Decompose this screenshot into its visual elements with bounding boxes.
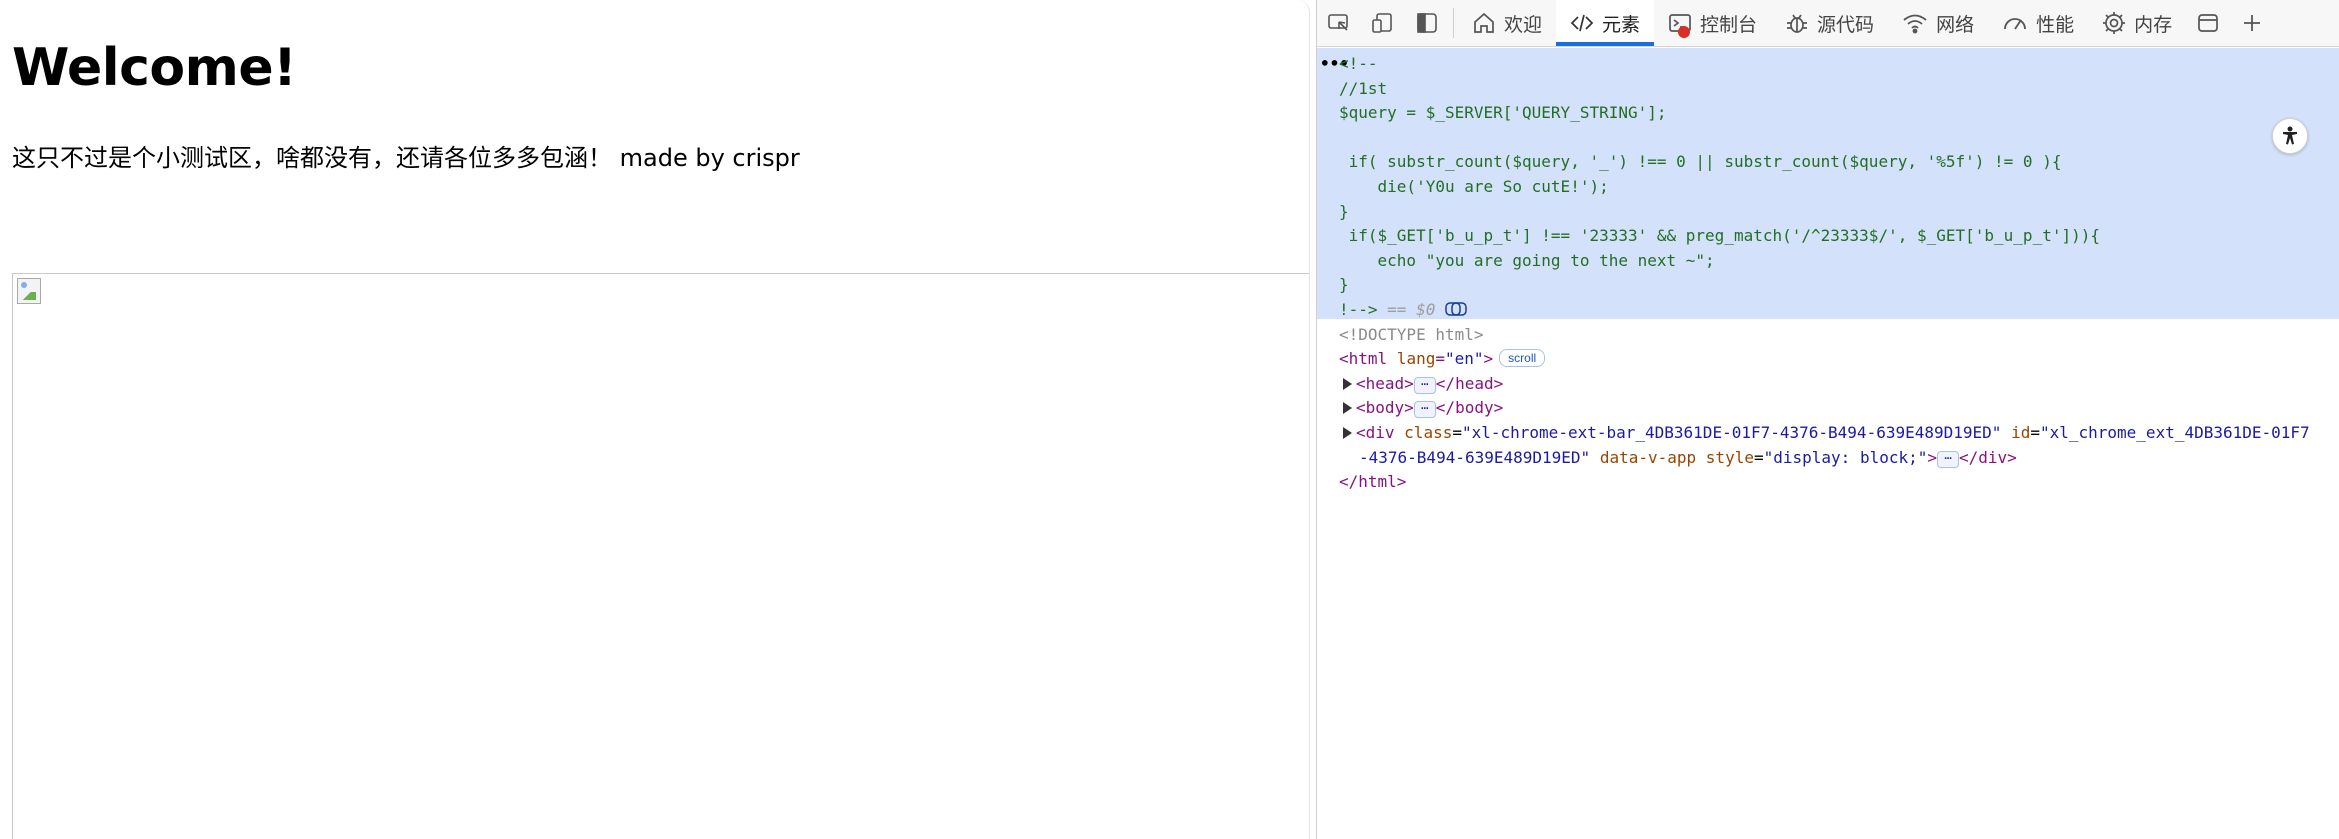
page-viewport: Welcome! 这只不过是个小测试区，啥都没有，还请各位多多包涵！ made … <box>0 0 1310 839</box>
tag-close: > <box>1927 447 1938 467</box>
comment-line[interactable]: //1st <box>1339 77 1387 102</box>
dom-tree: ••• <!-- //1st $query = $_SERVER['QUERY_… <box>1317 48 2339 839</box>
collapsed-ellipsis[interactable]: ⋯ <box>1413 376 1436 394</box>
error-badge <box>1678 26 1691 38</box>
code-icon <box>1570 14 1594 32</box>
tab-label: 控制台 <box>1700 14 1758 36</box>
attr-value: "en" <box>1444 349 1484 369</box>
window-icon[interactable] <box>2186 0 2230 46</box>
tab-label: 源代码 <box>1817 14 1875 36</box>
scroll-badge[interactable]: scroll <box>1499 349 1546 368</box>
collapsed-ellipsis[interactable]: ⋯ <box>1937 450 1960 468</box>
add-tab-icon[interactable] <box>2230 0 2274 46</box>
comment-line[interactable]: } <box>1339 200 1349 225</box>
comment-line[interactable]: <!-- <box>1339 52 1378 77</box>
tag-close: </head> <box>1435 373 1504 393</box>
tab-label: 网络 <box>1936 14 1975 36</box>
tag-name: <body> <box>1356 398 1414 418</box>
div-node-continued[interactable]: -4376-B494-639E489D19ED" data-v-app styl… <box>1359 446 2017 471</box>
comment-line[interactable]: } <box>1339 273 1349 298</box>
attr-value: "xl_chrome_ext_4DB361DE-01F7 <box>2039 423 2310 442</box>
tab-sources[interactable]: 源代码 <box>1771 0 1888 46</box>
tag-name: <html <box>1339 349 1388 369</box>
tag-close: </body> <box>1435 398 1504 418</box>
comment-line[interactable]: $query = $_SERVER['QUERY_STRING']; <box>1339 101 1667 126</box>
attr-value: -4376-B494-639E489D19ED" <box>1359 447 1591 467</box>
home-icon <box>1474 12 1494 33</box>
tab-console[interactable]: 控制台 <box>1654 0 1771 46</box>
broken-image-icon <box>17 278 41 304</box>
html-close-node[interactable]: </html> <box>1339 470 1406 495</box>
copilot-icon[interactable] <box>1445 301 1467 317</box>
devtools-toolbar: 欢迎 元素 控制台 源代码 网络 性能 内存 <box>1317 0 2339 47</box>
comment-line[interactable]: if($_GET['b_u_p_t'] !== '23333' && preg_… <box>1339 224 2100 249</box>
comment-line[interactable]: die('Y0u are So cutE!'); <box>1339 175 1609 200</box>
expand-triangle-icon[interactable] <box>1343 377 1352 390</box>
devtools-panel: 欢迎 元素 控制台 源代码 网络 性能 内存 ••• <!-- //1st $q… <box>1316 0 2339 839</box>
comment-line[interactable]: echo "you are going to the next ~"; <box>1339 249 1715 274</box>
tab-network[interactable]: 网络 <box>1888 0 1988 46</box>
bug-icon <box>1787 14 1808 33</box>
tab-label: 元素 <box>1602 14 1641 36</box>
doctype-node[interactable]: <!DOCTYPE html> <box>1339 323 1484 348</box>
tab-label: 性能 <box>2036 14 2075 36</box>
gauge-icon <box>2004 18 2026 30</box>
tab-label: 欢迎 <box>1504 14 1543 36</box>
tag-close: </div> <box>1959 447 2017 467</box>
head-node[interactable]: <head> ⋯ </head> <box>1343 372 1503 397</box>
inspect-element-icon[interactable] <box>1317 0 1361 46</box>
attr-name: data-v-app <box>1599 447 1697 467</box>
div-node[interactable]: <div class="xl-chrome-ext-bar_4DB361DE-0… <box>1343 421 2310 446</box>
comment-end: !--> <box>1339 300 1378 319</box>
accessibility-icon <box>2283 126 2297 145</box>
attr-value: "display: block;" <box>1763 447 1928 467</box>
expand-triangle-icon[interactable] <box>1343 427 1352 439</box>
attr-name: style <box>1705 447 1754 467</box>
page-heading: Welcome! <box>12 38 297 98</box>
toolbar-divider <box>1453 8 1454 38</box>
tab-elements[interactable]: 元素 <box>1556 0 1655 46</box>
attr-name: id <box>2011 423 2031 442</box>
tag-name: <head> <box>1356 373 1414 393</box>
tag-name: <div <box>1356 423 1395 442</box>
collapsed-ellipsis[interactable]: ⋯ <box>1413 401 1436 419</box>
tab-label: 内存 <box>2134 14 2173 36</box>
tab-welcome[interactable]: 欢迎 <box>1458 0 1556 46</box>
html-open-node[interactable]: <html lang="en"> scroll <box>1339 347 1546 372</box>
tab-performance[interactable]: 性能 <box>1988 0 2088 46</box>
comment-end-line[interactable]: !--> == $0 <box>1339 298 1467 323</box>
device-emulation-icon[interactable] <box>1361 0 1405 46</box>
selected-marker: == $0 <box>1387 300 1436 319</box>
expand-triangle-icon[interactable] <box>1343 402 1352 415</box>
page-text: 这只不过是个小测试区，啥都没有，还请各位多多包涵！ made by crispr <box>12 144 800 172</box>
tag-close: > <box>1483 349 1494 369</box>
accessibility-button[interactable] <box>2272 118 2308 154</box>
attr-eq: = <box>1435 349 1445 369</box>
attr-name: lang <box>1396 349 1436 369</box>
dock-sidebar-icon[interactable] <box>1405 0 1449 46</box>
gear-icon <box>2103 12 2126 34</box>
body-node[interactable]: <body> ⋯ </body> <box>1343 396 1503 421</box>
attr-value: "xl-chrome-ext-bar_4DB361DE-01F7-4376-B4… <box>1461 423 2002 442</box>
broken-image <box>12 273 1309 839</box>
attr-name: class <box>1404 423 1453 442</box>
wifi-icon <box>1903 14 1927 34</box>
comment-line[interactable]: if( substr_count($query, '_') !== 0 || s… <box>1339 150 2062 175</box>
tab-memory[interactable]: 内存 <box>2088 0 2186 46</box>
